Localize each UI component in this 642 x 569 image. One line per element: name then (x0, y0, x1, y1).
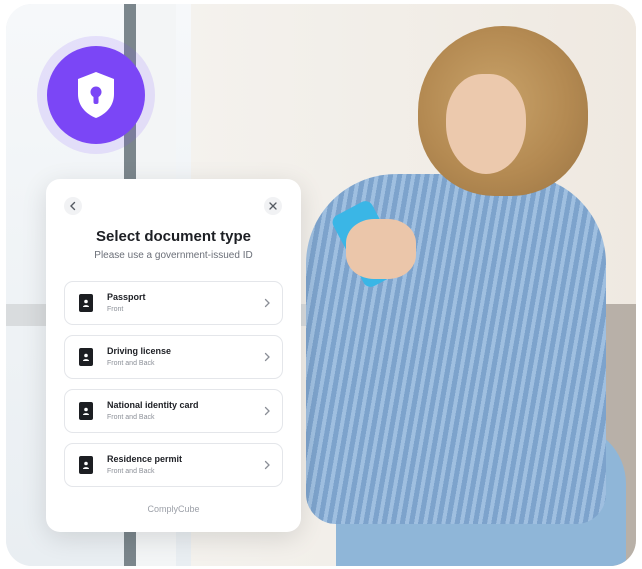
id-document-icon (79, 294, 93, 312)
document-option-sides: Front and Back (107, 468, 155, 475)
document-option-sides: Front and Back (107, 360, 155, 367)
document-option-label: National identity card (107, 400, 199, 410)
id-document-icon (79, 456, 93, 474)
modal-title: Select document type (95, 228, 252, 245)
document-option-label: Residence permit (107, 454, 183, 464)
person-hand (346, 219, 416, 279)
document-option-national-identity-card[interactable]: National identity card Front and Back (64, 389, 283, 433)
close-button[interactable] (264, 197, 282, 215)
back-button[interactable] (64, 197, 82, 215)
chevron-left-icon (70, 201, 76, 211)
chevron-right-icon (264, 460, 270, 470)
stage: Select document type Please use a govern… (0, 0, 642, 569)
document-select-modal: Select document type Please use a govern… (46, 179, 301, 532)
chevron-right-icon (264, 352, 270, 362)
document-option-sides: Front and Back (107, 414, 155, 421)
chevron-right-icon (264, 298, 270, 308)
id-document-icon (79, 402, 93, 420)
document-type-list: Passport Front Driving license Front and… (64, 281, 283, 497)
document-option-label: Driving license (107, 346, 172, 356)
document-option-label: Passport (107, 292, 146, 302)
person-face (446, 74, 526, 174)
document-option-residence-permit[interactable]: Residence permit Front and Back (64, 443, 283, 487)
document-option-driving-license[interactable]: Driving license Front and Back (64, 335, 283, 379)
document-option-passport[interactable]: Passport Front (64, 281, 283, 325)
security-badge (47, 46, 145, 144)
close-icon (269, 202, 277, 210)
shield-lock-icon (78, 72, 114, 118)
footer-brand: ComplyCube (147, 504, 200, 514)
document-option-sides: Front (107, 306, 124, 313)
chevron-right-icon (264, 406, 270, 416)
modal-subtitle: Please use a government-issued ID (94, 250, 253, 261)
id-document-icon (79, 348, 93, 366)
